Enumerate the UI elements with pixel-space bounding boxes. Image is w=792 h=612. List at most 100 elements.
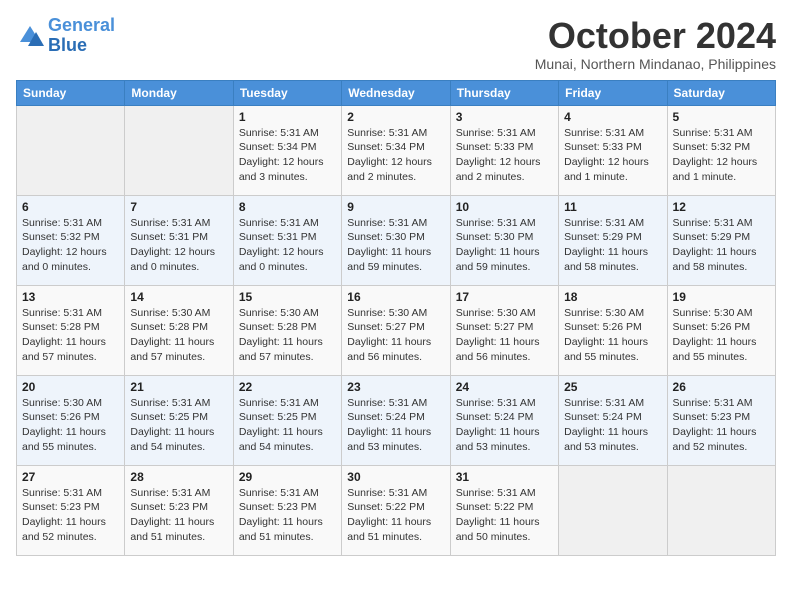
day-info: Sunrise: 5:31 AM Sunset: 5:32 PM Dayligh… xyxy=(673,126,770,185)
day-number: 24 xyxy=(456,380,553,394)
day-info: Sunrise: 5:31 AM Sunset: 5:29 PM Dayligh… xyxy=(564,216,661,275)
day-info: Sunrise: 5:31 AM Sunset: 5:30 PM Dayligh… xyxy=(456,216,553,275)
calendar-cell: 24 Sunrise: 5:31 AM Sunset: 5:24 PM Dayli… xyxy=(450,375,558,465)
calendar-cell: 13 Sunrise: 5:31 AM Sunset: 5:28 PM Dayli… xyxy=(17,285,125,375)
day-number: 29 xyxy=(239,470,336,484)
day-info: Sunrise: 5:31 AM Sunset: 5:23 PM Dayligh… xyxy=(673,396,770,455)
calendar-cell: 27 Sunrise: 5:31 AM Sunset: 5:23 PM Dayli… xyxy=(17,465,125,555)
day-number: 31 xyxy=(456,470,553,484)
calendar-cell: 10 Sunrise: 5:31 AM Sunset: 5:30 PM Dayli… xyxy=(450,195,558,285)
calendar-week-row: 6 Sunrise: 5:31 AM Sunset: 5:32 PM Daylig… xyxy=(17,195,776,285)
day-info: Sunrise: 5:31 AM Sunset: 5:33 PM Dayligh… xyxy=(456,126,553,185)
logo: General Blue xyxy=(16,16,115,56)
day-info: Sunrise: 5:31 AM Sunset: 5:34 PM Dayligh… xyxy=(239,126,336,185)
day-number: 23 xyxy=(347,380,444,394)
day-number: 30 xyxy=(347,470,444,484)
day-info: Sunrise: 5:31 AM Sunset: 5:32 PM Dayligh… xyxy=(22,216,119,275)
calendar-cell: 3Sunrise: 5:31 AM Sunset: 5:33 PM Daylig… xyxy=(450,105,558,195)
day-info: Sunrise: 5:31 AM Sunset: 5:22 PM Dayligh… xyxy=(456,486,553,545)
day-info: Sunrise: 5:30 AM Sunset: 5:26 PM Dayligh… xyxy=(22,396,119,455)
day-info: Sunrise: 5:30 AM Sunset: 5:28 PM Dayligh… xyxy=(130,306,227,365)
day-number: 5 xyxy=(673,110,770,124)
day-info: Sunrise: 5:30 AM Sunset: 5:26 PM Dayligh… xyxy=(564,306,661,365)
calendar-cell xyxy=(17,105,125,195)
day-info: Sunrise: 5:31 AM Sunset: 5:28 PM Dayligh… xyxy=(22,306,119,365)
calendar-week-row: 20 Sunrise: 5:30 AM Sunset: 5:26 PM Dayli… xyxy=(17,375,776,465)
location-subtitle: Munai, Northern Mindanao, Philippines xyxy=(535,56,776,72)
day-number: 4 xyxy=(564,110,661,124)
day-number: 25 xyxy=(564,380,661,394)
day-number: 21 xyxy=(130,380,227,394)
calendar-cell: 22 Sunrise: 5:31 AM Sunset: 5:25 PM Dayli… xyxy=(233,375,341,465)
calendar-cell xyxy=(125,105,233,195)
day-number: 12 xyxy=(673,200,770,214)
calendar-cell: 20 Sunrise: 5:30 AM Sunset: 5:26 PM Dayli… xyxy=(17,375,125,465)
weekday-header: Saturday xyxy=(667,80,775,105)
day-info: Sunrise: 5:31 AM Sunset: 5:31 PM Dayligh… xyxy=(239,216,336,275)
calendar-cell: 1 Sunrise: 5:31 AM Sunset: 5:34 PM Daylig… xyxy=(233,105,341,195)
day-info: Sunrise: 5:31 AM Sunset: 5:30 PM Dayligh… xyxy=(347,216,444,275)
calendar-cell: 12 Sunrise: 5:31 AM Sunset: 5:29 PM Dayli… xyxy=(667,195,775,285)
day-number: 13 xyxy=(22,290,119,304)
day-number: 16 xyxy=(347,290,444,304)
day-number: 10 xyxy=(456,200,553,214)
day-number: 19 xyxy=(673,290,770,304)
day-info: Sunrise: 5:30 AM Sunset: 5:26 PM Dayligh… xyxy=(673,306,770,365)
day-number: 28 xyxy=(130,470,227,484)
day-info: Sunrise: 5:31 AM Sunset: 5:23 PM Dayligh… xyxy=(22,486,119,545)
day-number: 22 xyxy=(239,380,336,394)
calendar-cell: 5 Sunrise: 5:31 AM Sunset: 5:32 PM Daylig… xyxy=(667,105,775,195)
calendar-header: SundayMondayTuesdayWednesdayThursdayFrid… xyxy=(17,80,776,105)
day-number: 18 xyxy=(564,290,661,304)
day-number: 17 xyxy=(456,290,553,304)
day-number: 27 xyxy=(22,470,119,484)
calendar-cell: 23 Sunrise: 5:31 AM Sunset: 5:24 PM Dayli… xyxy=(342,375,450,465)
page-header: General Blue October 2024 Munai, Norther… xyxy=(16,16,776,72)
calendar-cell: 30 Sunrise: 5:31 AM Sunset: 5:22 PM Dayli… xyxy=(342,465,450,555)
day-number: 20 xyxy=(22,380,119,394)
weekday-header: Thursday xyxy=(450,80,558,105)
logo-icon xyxy=(16,22,44,50)
day-info: Sunrise: 5:30 AM Sunset: 5:28 PM Dayligh… xyxy=(239,306,336,365)
day-number: 14 xyxy=(130,290,227,304)
day-number: 26 xyxy=(673,380,770,394)
month-title: October 2024 xyxy=(535,16,776,56)
calendar-cell: 11 Sunrise: 5:31 AM Sunset: 5:29 PM Dayli… xyxy=(559,195,667,285)
day-info: Sunrise: 5:31 AM Sunset: 5:24 PM Dayligh… xyxy=(456,396,553,455)
weekday-header: Tuesday xyxy=(233,80,341,105)
calendar-cell: 31 Sunrise: 5:31 AM Sunset: 5:22 PM Dayli… xyxy=(450,465,558,555)
day-number: 15 xyxy=(239,290,336,304)
day-info: Sunrise: 5:31 AM Sunset: 5:29 PM Dayligh… xyxy=(673,216,770,275)
calendar-cell: 4 Sunrise: 5:31 AM Sunset: 5:33 PM Daylig… xyxy=(559,105,667,195)
day-number: 9 xyxy=(347,200,444,214)
day-info: Sunrise: 5:31 AM Sunset: 5:22 PM Dayligh… xyxy=(347,486,444,545)
day-info: Sunrise: 5:31 AM Sunset: 5:24 PM Dayligh… xyxy=(347,396,444,455)
day-number: 2 xyxy=(347,110,444,124)
calendar-cell: 28 Sunrise: 5:31 AM Sunset: 5:23 PM Dayli… xyxy=(125,465,233,555)
weekday-header: Monday xyxy=(125,80,233,105)
calendar-week-row: 27 Sunrise: 5:31 AM Sunset: 5:23 PM Dayli… xyxy=(17,465,776,555)
calendar-cell: 16 Sunrise: 5:30 AM Sunset: 5:27 PM Dayli… xyxy=(342,285,450,375)
day-number: 11 xyxy=(564,200,661,214)
day-info: Sunrise: 5:31 AM Sunset: 5:31 PM Dayligh… xyxy=(130,216,227,275)
calendar-cell: 17Sunrise: 5:30 AM Sunset: 5:27 PM Dayli… xyxy=(450,285,558,375)
calendar-cell: 9 Sunrise: 5:31 AM Sunset: 5:30 PM Daylig… xyxy=(342,195,450,285)
day-number: 6 xyxy=(22,200,119,214)
day-number: 7 xyxy=(130,200,227,214)
day-info: Sunrise: 5:30 AM Sunset: 5:27 PM Dayligh… xyxy=(347,306,444,365)
calendar-cell: 26 Sunrise: 5:31 AM Sunset: 5:23 PM Dayli… xyxy=(667,375,775,465)
title-block: October 2024 Munai, Northern Mindanao, P… xyxy=(535,16,776,72)
day-info: Sunrise: 5:31 AM Sunset: 5:24 PM Dayligh… xyxy=(564,396,661,455)
calendar-cell: 15 Sunrise: 5:30 AM Sunset: 5:28 PM Dayli… xyxy=(233,285,341,375)
day-number: 1 xyxy=(239,110,336,124)
calendar-cell xyxy=(667,465,775,555)
calendar-cell: 6 Sunrise: 5:31 AM Sunset: 5:32 PM Daylig… xyxy=(17,195,125,285)
calendar-cell: 7 Sunrise: 5:31 AM Sunset: 5:31 PM Daylig… xyxy=(125,195,233,285)
day-info: Sunrise: 5:31 AM Sunset: 5:25 PM Dayligh… xyxy=(130,396,227,455)
day-number: 8 xyxy=(239,200,336,214)
day-info: Sunrise: 5:31 AM Sunset: 5:34 PM Dayligh… xyxy=(347,126,444,185)
day-info: Sunrise: 5:31 AM Sunset: 5:25 PM Dayligh… xyxy=(239,396,336,455)
day-info: Sunrise: 5:31 AM Sunset: 5:23 PM Dayligh… xyxy=(130,486,227,545)
day-info: Sunrise: 5:31 AM Sunset: 5:33 PM Dayligh… xyxy=(564,126,661,185)
calendar-cell: 8 Sunrise: 5:31 AM Sunset: 5:31 PM Daylig… xyxy=(233,195,341,285)
